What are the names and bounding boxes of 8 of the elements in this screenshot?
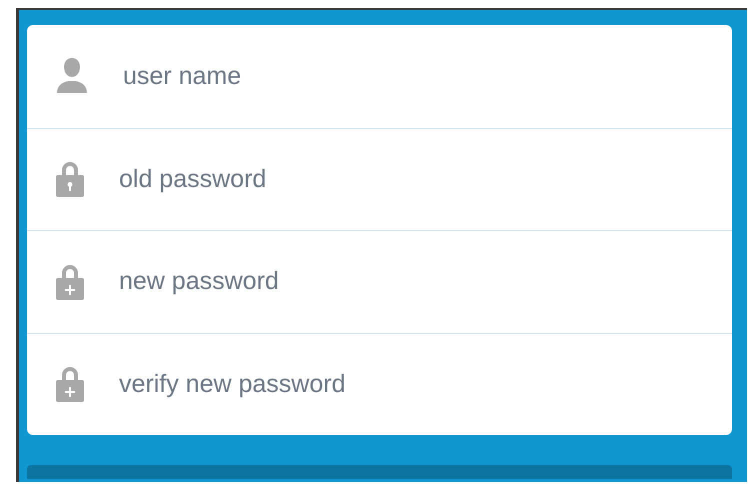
text-field[interactable]: user name	[123, 54, 712, 98]
text-field[interactable]: old password	[119, 157, 712, 202]
text-field[interactable]: verify new password	[119, 362, 712, 406]
lock-plus-icon	[55, 262, 85, 301]
text-field[interactable]: new password	[119, 260, 712, 304]
lock-plus-icon	[55, 365, 85, 404]
user-icon	[55, 57, 89, 96]
lock-icon	[55, 160, 85, 198]
